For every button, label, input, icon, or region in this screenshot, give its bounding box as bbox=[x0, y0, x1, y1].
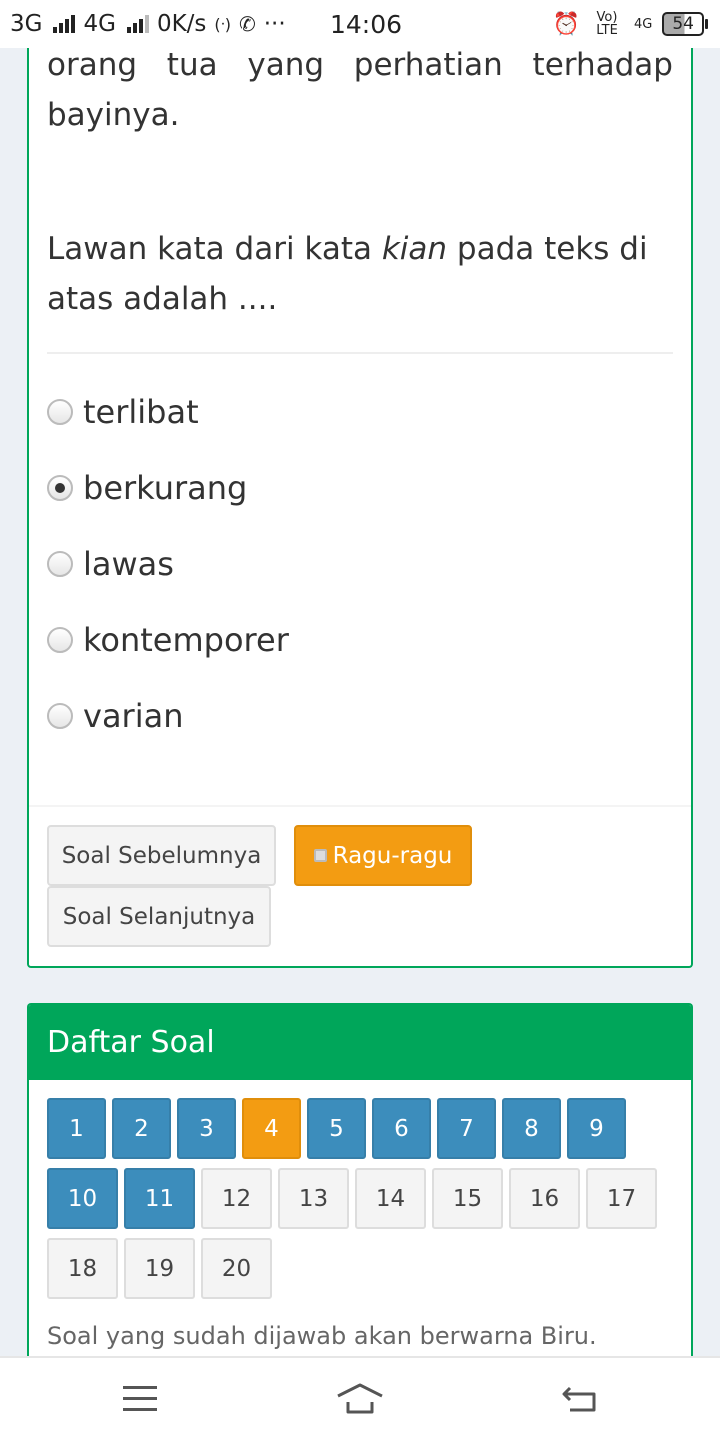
radio-button[interactable] bbox=[47, 703, 73, 729]
question-list-title: Daftar Soal bbox=[29, 1005, 691, 1080]
next-question-button[interactable]: Soal Selanjutnya bbox=[47, 886, 271, 947]
question-number-button[interactable]: 2 bbox=[112, 1098, 171, 1159]
more-icon: ··· bbox=[263, 11, 286, 37]
question-number-button[interactable]: 5 bbox=[307, 1098, 366, 1159]
question-text-line-1: orang tua yang perhatian terhadap bbox=[29, 40, 691, 90]
question-footer: Soal Sebelumnya Ragu-ragu Soal Selanjutn… bbox=[29, 805, 691, 947]
whatsapp-icon: ✆ bbox=[238, 12, 256, 36]
option-berkurang[interactable]: berkurang bbox=[47, 450, 673, 526]
question-number-button-current[interactable]: 4 bbox=[242, 1098, 301, 1159]
prev-question-button[interactable]: Soal Sebelumnya bbox=[47, 825, 276, 886]
radio-button[interactable] bbox=[47, 399, 73, 425]
network-4g-label: 4G bbox=[83, 11, 116, 37]
option-label: lawas bbox=[83, 545, 174, 583]
option-label: terlibat bbox=[83, 393, 199, 431]
question-number-button[interactable]: 15 bbox=[432, 1168, 503, 1229]
network-3g-label: 3G bbox=[10, 11, 43, 37]
word: orang bbox=[47, 47, 138, 83]
answered-hint: Soal yang sudah dijawab akan berwarna Bi… bbox=[47, 1322, 597, 1350]
question-number-button[interactable]: 1 bbox=[47, 1098, 106, 1159]
radio-button[interactable] bbox=[47, 551, 73, 577]
question-list-card: Daftar Soal 1 2 3 4 5 6 7 8 9 10 11 12 1… bbox=[27, 1003, 693, 1363]
radio-button[interactable] bbox=[47, 627, 73, 653]
question-number-button[interactable]: 18 bbox=[47, 1238, 118, 1299]
option-kontemporer[interactable]: kontemporer bbox=[47, 602, 673, 678]
question-text-line-2: bayinya. bbox=[47, 97, 180, 133]
number-row: 10 11 12 13 14 15 16 17 bbox=[47, 1168, 673, 1229]
question-number-button[interactable]: 12 bbox=[201, 1168, 272, 1229]
question-card: orang tua yang perhatian terhadap bayiny… bbox=[27, 47, 693, 968]
question-number-button[interactable]: 3 bbox=[177, 1098, 236, 1159]
question-number-button[interactable]: 20 bbox=[201, 1238, 272, 1299]
question-number-button[interactable]: 13 bbox=[278, 1168, 349, 1229]
question-number-button[interactable]: 19 bbox=[124, 1238, 195, 1299]
option-terlibat[interactable]: terlibat bbox=[47, 374, 673, 450]
question-number-button[interactable]: 9 bbox=[567, 1098, 626, 1159]
word: perhatian bbox=[353, 47, 503, 83]
doubt-label: Ragu-ragu bbox=[332, 842, 453, 869]
signal-icon-2 bbox=[126, 15, 149, 33]
word: yang bbox=[247, 47, 325, 83]
question-number-button[interactable]: 7 bbox=[437, 1098, 496, 1159]
question-number-button[interactable]: 8 bbox=[502, 1098, 561, 1159]
signal-icon bbox=[53, 15, 76, 33]
volte-label: Vo) LTE bbox=[596, 10, 618, 38]
clock: 14:06 bbox=[330, 9, 403, 39]
doubt-button[interactable]: Ragu-ragu bbox=[294, 825, 472, 886]
back-icon[interactable] bbox=[562, 1384, 598, 1418]
question-number-grid: 1 2 3 4 5 6 7 8 9 10 11 12 13 14 15 16 1… bbox=[29, 1080, 691, 1299]
question-prompt: Lawan kata dari kata kian pada teks di a… bbox=[29, 224, 691, 324]
word: tua bbox=[166, 47, 218, 83]
question-number-button[interactable]: 6 bbox=[372, 1098, 431, 1159]
question-number-button[interactable]: 16 bbox=[509, 1168, 580, 1229]
prompt-keyword: kian bbox=[381, 231, 448, 267]
radio-button-checked[interactable] bbox=[47, 475, 73, 501]
question-number-button[interactable]: 17 bbox=[586, 1168, 657, 1229]
question-number-button[interactable]: 10 bbox=[47, 1168, 118, 1229]
question-number-button[interactable]: 14 bbox=[355, 1168, 426, 1229]
question-number-button[interactable]: 11 bbox=[124, 1168, 195, 1229]
speed-label: 0K/s bbox=[156, 11, 207, 37]
option-varian[interactable]: varian bbox=[47, 678, 673, 754]
word: terhadap bbox=[532, 47, 673, 83]
menu-icon[interactable] bbox=[123, 1386, 157, 1419]
navigation-bar bbox=[0, 1356, 720, 1440]
option-lawas[interactable]: lawas bbox=[47, 526, 673, 602]
home-icon[interactable] bbox=[336, 1382, 384, 1420]
network-4g2-label: 4G bbox=[634, 16, 653, 32]
checkbox-icon bbox=[313, 849, 327, 862]
battery-icon: 54 bbox=[662, 12, 708, 36]
alarm-icon: ⏰ bbox=[552, 11, 580, 37]
option-label: berkurang bbox=[83, 469, 248, 507]
number-row: 1 2 3 4 5 6 7 8 9 bbox=[47, 1098, 673, 1159]
option-label: kontemporer bbox=[83, 621, 289, 659]
prompt-text: Lawan kata dari kata bbox=[47, 231, 382, 267]
battery-level: 54 bbox=[662, 12, 704, 36]
option-label: varian bbox=[83, 697, 184, 735]
number-row: 18 19 20 bbox=[47, 1238, 673, 1299]
hotspot-icon: (ᐧ) bbox=[214, 14, 231, 34]
answer-options: terlibat berkurang lawas kontemporer var… bbox=[29, 354, 691, 754]
